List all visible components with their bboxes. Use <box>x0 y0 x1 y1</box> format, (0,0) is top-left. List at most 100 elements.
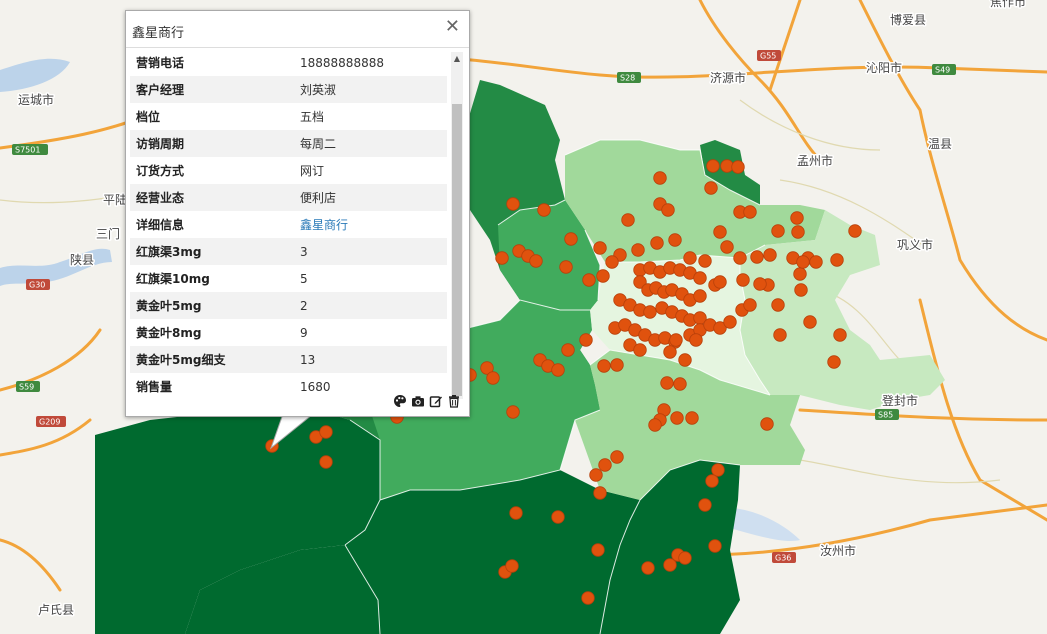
sales-point-marker[interactable] <box>736 273 750 287</box>
sales-point-marker[interactable] <box>848 224 862 238</box>
sales-point-marker[interactable] <box>678 353 692 367</box>
sales-point-marker[interactable] <box>794 283 808 297</box>
sales-point-marker[interactable] <box>582 273 596 287</box>
sales-point-marker[interactable] <box>685 411 699 425</box>
sales-point-marker[interactable] <box>319 455 333 469</box>
scroll-up-arrow-icon[interactable]: ▲ <box>451 52 463 66</box>
scroll-thumb[interactable] <box>452 104 462 396</box>
sales-point-marker[interactable] <box>705 474 719 488</box>
sales-point-marker[interactable] <box>605 255 619 269</box>
sales-point-marker[interactable] <box>660 376 674 390</box>
sales-point-marker[interactable] <box>598 458 612 472</box>
sales-point-marker[interactable] <box>793 267 807 281</box>
palette-icon[interactable] <box>393 394 407 408</box>
sales-point-marker[interactable] <box>509 506 523 520</box>
sales-point-marker[interactable] <box>833 328 847 342</box>
sales-point-marker[interactable] <box>670 411 684 425</box>
sales-point-marker[interactable] <box>663 345 677 359</box>
sales-point-marker[interactable] <box>564 232 578 246</box>
sales-point-marker[interactable] <box>495 251 509 265</box>
sales-point-marker[interactable] <box>731 160 745 174</box>
sales-point-marker[interactable] <box>486 371 500 385</box>
sales-point-marker[interactable] <box>827 355 841 369</box>
sales-point-marker[interactable] <box>698 254 712 268</box>
sales-point-marker[interactable] <box>693 271 707 285</box>
sales-point-marker[interactable] <box>610 450 624 464</box>
sales-point-marker[interactable] <box>505 559 519 573</box>
sales-point-marker[interactable] <box>559 260 573 274</box>
sales-point-marker[interactable] <box>743 298 757 312</box>
sales-point-marker[interactable] <box>506 405 520 419</box>
edit-icon[interactable] <box>429 394 443 408</box>
sales-point-marker[interactable] <box>683 251 697 265</box>
sales-point-marker[interactable] <box>529 254 543 268</box>
sales-point-marker[interactable] <box>753 277 767 291</box>
close-icon[interactable]: ✕ <box>445 16 460 38</box>
sales-point-marker[interactable] <box>643 305 657 319</box>
sales-point-marker[interactable] <box>713 275 727 289</box>
sales-point-marker[interactable] <box>689 333 703 347</box>
sales-point-marker[interactable] <box>650 236 664 250</box>
sales-point-marker[interactable] <box>698 498 712 512</box>
sales-point-marker[interactable] <box>678 551 692 565</box>
sales-point-marker[interactable] <box>708 539 722 553</box>
sales-point-marker[interactable] <box>809 255 823 269</box>
sales-point-marker[interactable] <box>581 591 595 605</box>
sales-point-marker[interactable] <box>610 358 624 372</box>
sales-point-marker[interactable] <box>763 248 777 262</box>
sales-point-marker[interactable] <box>803 315 817 329</box>
sales-point-marker[interactable] <box>723 315 737 329</box>
sales-point-marker[interactable] <box>673 377 687 391</box>
sales-point-marker[interactable] <box>551 363 565 377</box>
sales-point-marker[interactable] <box>663 558 677 572</box>
sales-point-marker[interactable] <box>706 159 720 173</box>
attribute-row: 黄金叶8mg 9 <box>130 319 447 346</box>
attribute-value: 刘英淑 <box>300 76 447 103</box>
sales-point-marker[interactable] <box>621 213 635 227</box>
sales-point-marker[interactable] <box>733 251 747 265</box>
sales-point-marker[interactable] <box>591 543 605 557</box>
sales-point-marker[interactable] <box>669 333 683 347</box>
sales-point-marker[interactable] <box>593 486 607 500</box>
sales-point-marker[interactable] <box>668 233 682 247</box>
camera-icon[interactable] <box>411 394 425 408</box>
sales-point-marker[interactable] <box>760 417 774 431</box>
sales-point-marker[interactable] <box>711 463 725 477</box>
sales-point-marker[interactable] <box>771 224 785 238</box>
sales-point-marker[interactable] <box>579 333 593 347</box>
svg-text:S28: S28 <box>620 74 635 83</box>
sales-point-marker[interactable] <box>641 561 655 575</box>
scrollbar[interactable]: ▲ <box>451 52 463 399</box>
sales-point-marker[interactable] <box>648 418 662 432</box>
sales-point-marker[interactable] <box>796 255 810 269</box>
svg-text:S49: S49 <box>935 66 950 75</box>
sales-point-marker[interactable] <box>771 298 785 312</box>
attribute-table-container[interactable]: 营销电话 18888888888 客户经理 刘英淑 档位 五档 访销周期 每周二 订货方式 网订经… <box>130 49 447 399</box>
sales-point-marker[interactable] <box>593 241 607 255</box>
sales-point-marker[interactable] <box>750 250 764 264</box>
sales-point-marker[interactable] <box>561 343 575 357</box>
attribute-row: 红旗渠3mg 3 <box>130 238 447 265</box>
sales-point-marker[interactable] <box>790 211 804 225</box>
sales-point-marker[interactable] <box>743 205 757 219</box>
sales-point-marker[interactable] <box>506 197 520 211</box>
sales-point-marker[interactable] <box>773 328 787 342</box>
attribute-value: 18888888888 <box>300 55 384 70</box>
sales-point-marker[interactable] <box>596 269 610 283</box>
detail-link[interactable]: 鑫星商行 <box>300 218 348 232</box>
sales-point-marker[interactable] <box>589 468 603 482</box>
sales-point-marker[interactable] <box>693 289 707 303</box>
sales-point-marker[interactable] <box>597 359 611 373</box>
sales-point-marker[interactable] <box>713 225 727 239</box>
trash-icon[interactable] <box>447 394 461 408</box>
sales-point-marker[interactable] <box>537 203 551 217</box>
sales-point-marker[interactable] <box>704 181 718 195</box>
sales-point-marker[interactable] <box>720 240 734 254</box>
sales-point-marker[interactable] <box>633 343 647 357</box>
sales-point-marker[interactable] <box>631 243 645 257</box>
sales-point-marker[interactable] <box>791 225 805 239</box>
sales-point-marker[interactable] <box>551 510 565 524</box>
sales-point-marker[interactable] <box>653 171 667 185</box>
sales-point-marker[interactable] <box>661 203 675 217</box>
sales-point-marker[interactable] <box>830 253 844 267</box>
